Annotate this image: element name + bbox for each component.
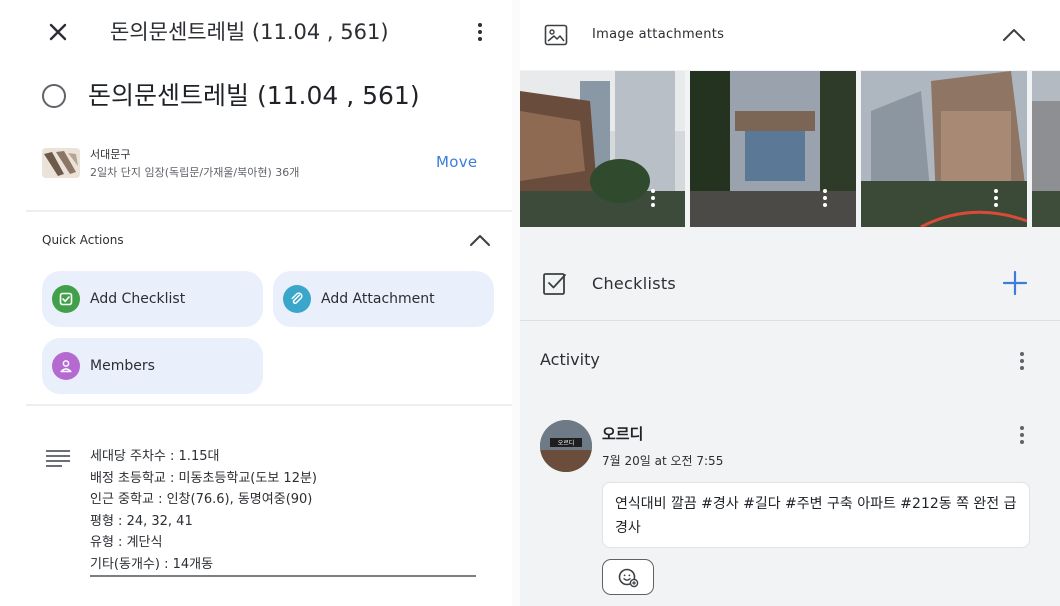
add-reaction-button[interactable]: [602, 559, 654, 595]
more-vert-icon: [1020, 426, 1024, 430]
members-button[interactable]: Members: [42, 338, 263, 394]
board-name: 서대문구: [90, 148, 131, 161]
attachment-more-button[interactable]: [993, 189, 999, 207]
comment-text[interactable]: 연식대비 깔끔 #경사 #길다 #주변 구축 아파트 #212동 쪽 완전 급경…: [602, 482, 1030, 548]
chevron-up-icon: [470, 235, 490, 246]
building-photo: [690, 71, 856, 227]
add-checklist-plus-button[interactable]: [1002, 270, 1028, 296]
pane-separator: [512, 0, 520, 606]
quick-actions-label: Quick Actions: [42, 233, 124, 247]
add-reaction-icon: [618, 568, 639, 588]
image-attachment[interactable]: [1032, 71, 1060, 227]
comment-more-button[interactable]: [1018, 422, 1026, 448]
building-photo: [520, 71, 685, 227]
card-side-pane: Image attachments Checklists Activity 오르…: [520, 0, 1060, 606]
collapse-attachments-button[interactable]: [1000, 24, 1028, 46]
description-line: 유형 : 계단식: [90, 535, 163, 550]
chevron-up-icon: [1003, 29, 1025, 41]
complete-card-checkbox[interactable]: [42, 84, 66, 108]
members-label: Members: [90, 358, 155, 374]
header-title: 돈의문센트레빌 (11.04 , 561): [110, 20, 389, 44]
move-button[interactable]: Move: [436, 153, 477, 171]
activity-label: Activity: [540, 350, 600, 369]
attachments-label: Image attachments: [592, 27, 725, 42]
plus-icon: [1002, 270, 1028, 296]
description-line: 배정 초등학교 : 미동초등학교(도보 12분): [90, 470, 317, 486]
collapse-quick-actions-button[interactable]: [468, 230, 492, 250]
paperclip-icon: [283, 285, 311, 313]
more-vert-icon: [1020, 352, 1024, 356]
board-thumbnail: [42, 148, 80, 178]
image-attachment[interactable]: [690, 71, 856, 227]
description-underline: [90, 575, 476, 577]
checklists-label: Checklists: [592, 274, 677, 293]
notes-icon: [46, 450, 70, 470]
card-detail-pane: 돈의문센트레빌 (11.04 , 561) 돈의문센트레빌 (11.04 , 5…: [0, 0, 512, 606]
card-title[interactable]: 돈의문센트레빌 (11.04 , 561): [88, 80, 420, 112]
checklist-icon: [52, 285, 80, 313]
attachment-more-button[interactable]: [650, 189, 656, 207]
add-attachment-button[interactable]: Add Attachment: [273, 271, 494, 327]
checkbox-icon: [543, 273, 566, 295]
add-checklist-label: Add Checklist: [90, 291, 186, 307]
attachments-header: Image attachments: [520, 0, 1060, 70]
person-icon: [52, 352, 80, 380]
description-line: 세대당 주차수 : 1.15대: [90, 449, 220, 464]
activity-more-button[interactable]: [1018, 348, 1026, 374]
avatar[interactable]: 오르디: [540, 420, 592, 472]
divider: [26, 404, 512, 406]
add-attachment-label: Add Attachment: [321, 291, 435, 307]
add-checklist-button[interactable]: Add Checklist: [42, 271, 263, 327]
building-photo: [1032, 71, 1060, 227]
close-button[interactable]: [44, 18, 72, 46]
more-vert-icon: [478, 23, 482, 27]
image-attachment[interactable]: [861, 71, 1027, 227]
building-photo: [861, 71, 1027, 227]
image-icon: [544, 24, 568, 46]
description-line: 기타(동개수) : 14개동: [90, 556, 214, 572]
comment-timestamp: 7월 20일 at 오전 7:55: [602, 454, 724, 468]
checklists-row: Checklists: [520, 240, 1060, 320]
comment-author[interactable]: 오르디: [602, 423, 643, 444]
divider: [26, 210, 512, 212]
close-icon: [49, 23, 67, 41]
description-line: 평형 : 24, 32, 41: [90, 513, 193, 529]
avatar-text: 오르디: [558, 439, 575, 447]
list-name: 2일차 단지 임장(독립문/가재울/북아현) 36개: [90, 166, 300, 179]
attachment-more-button[interactable]: [822, 189, 828, 207]
image-attachment[interactable]: [520, 71, 685, 227]
more-options-button[interactable]: [468, 18, 492, 46]
divider: [520, 320, 1060, 321]
card-description[interactable]: 세대당 주차수 : 1.15대 배정 초등학교 : 미동초등학교(도보 12분)…: [90, 446, 317, 575]
description-line: 인근 중학교 : 인창(76.6), 동명여중(90): [90, 492, 313, 507]
